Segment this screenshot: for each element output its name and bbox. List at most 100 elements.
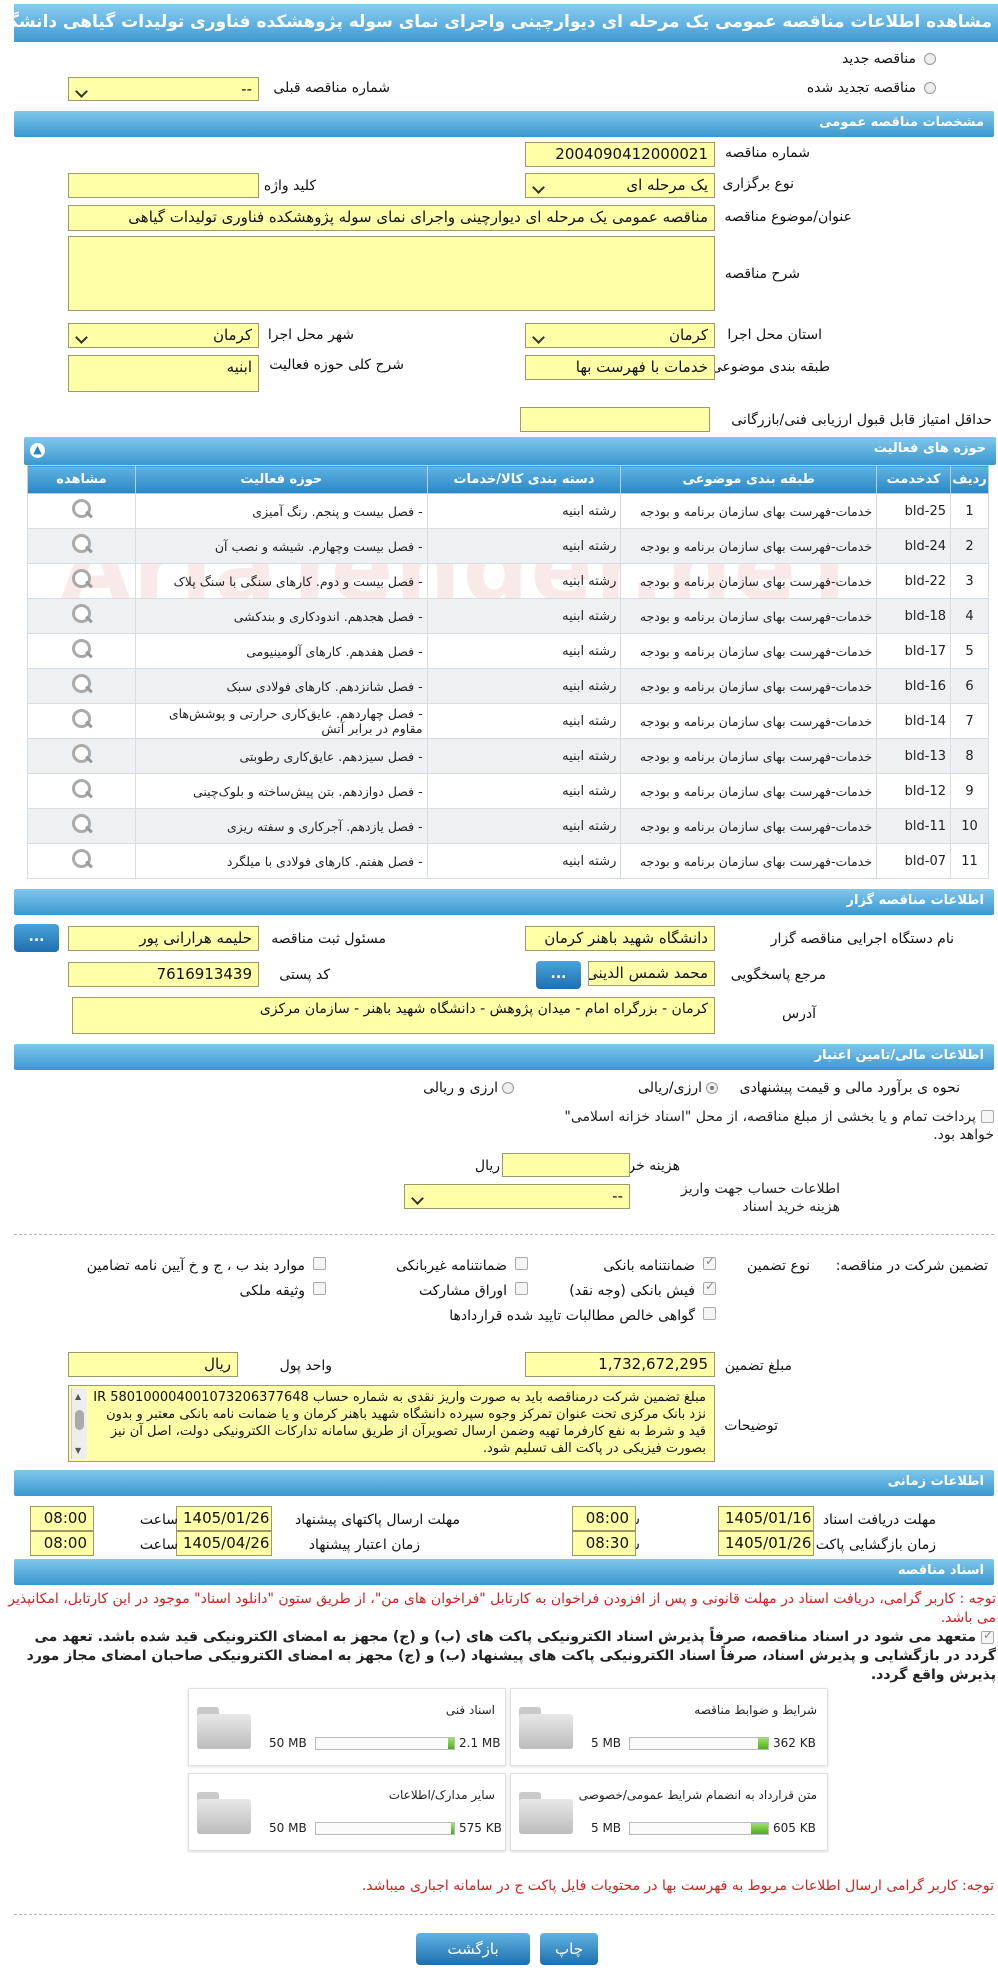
cell-group: رشته ابنیه — [426, 843, 622, 879]
agency-field[interactable]: دانشگاه شهید باهنر کرمان — [525, 926, 715, 951]
magnifier-icon[interactable] — [69, 847, 93, 871]
send-time[interactable]: 08:00 — [30, 1506, 94, 1531]
guarantee-bank-checkbox[interactable] — [703, 1254, 716, 1270]
subject-field[interactable]: مناقصه عمومی یک مرحله ای دیوارچینی واجرا… — [68, 205, 715, 231]
table-row: 4 bld-18 خدمات-فهرست بهای سازمان برنامه و … — [27, 598, 989, 634]
cell-view[interactable] — [27, 493, 136, 529]
magnifier-icon[interactable] — [69, 777, 93, 801]
cell-group: رشته ابنیه — [426, 563, 622, 599]
cell-field: - فصل هجدهم. اندودکاری و بندکشی — [134, 598, 428, 634]
category-field[interactable]: خدمات با فهرست بها — [525, 355, 715, 380]
renewed-tender-radio[interactable] — [924, 82, 936, 94]
commit-text: متعهد می شود در اسناد مناقصه، صرفاً پذیر… — [26, 1629, 996, 1683]
magnifier-icon[interactable] — [69, 707, 93, 731]
cell-row: 7 — [950, 703, 989, 739]
type-label: نوع برگزاری — [722, 176, 794, 192]
table-row: 8 bld-13 خدمات-فهرست بهای سازمان برنامه و … — [27, 738, 989, 774]
get-docs-time[interactable]: 08:00 — [572, 1506, 636, 1531]
cell-view[interactable] — [27, 738, 136, 774]
magnifier-icon[interactable] — [69, 567, 93, 591]
guarantee-bonds-checkbox[interactable] — [515, 1282, 528, 1295]
keyword-field[interactable] — [68, 173, 259, 198]
account-select[interactable]: -- — [404, 1184, 630, 1209]
send-date[interactable]: 1405/01/26 — [176, 1506, 272, 1531]
cell-view[interactable] — [27, 703, 136, 739]
amount-field[interactable]: 1,732,672,295 — [525, 1352, 715, 1377]
print-button[interactable]: چاپ — [540, 1933, 598, 1965]
cell-group: رشته ابنیه — [426, 668, 622, 704]
notes-scrollbar[interactable]: ▲ ▼ — [71, 1388, 87, 1459]
address-field[interactable]: کرمان - بزرگراه امام - میدان پژوهش - دان… — [72, 997, 715, 1034]
cell-row: 11 — [950, 843, 989, 879]
file-box-conditions[interactable]: شرایط و ضوابط مناقصه 5 MB 362 KB — [510, 1688, 828, 1766]
contact-field[interactable]: محمد شمس الدینی — [588, 961, 715, 986]
magnifier-icon[interactable] — [69, 532, 93, 556]
back-button[interactable]: بازگشت — [416, 1933, 530, 1965]
type-select[interactable]: یک مرحله ای — [525, 173, 715, 198]
table-row: 7 bld-14 خدمات-فهرست بهای سازمان برنامه و … — [27, 703, 989, 739]
cell-field: - فصل بیست و دوم. کارهای سنگی با سنگ پلا… — [134, 563, 428, 599]
min-score-field[interactable] — [520, 407, 710, 432]
open-time[interactable]: 08:30 — [572, 1531, 636, 1556]
file-box-other[interactable]: سایر مدارک/اطلاعات 50 MB 575 KB — [188, 1773, 506, 1851]
cell-view[interactable] — [27, 843, 136, 879]
desc-field[interactable] — [68, 236, 715, 311]
file-box-technical[interactable]: اسناد فنی 50 MB 2.1 MB — [188, 1688, 506, 1766]
col-code: کدخدمت — [876, 465, 952, 494]
cell-view[interactable] — [27, 528, 136, 564]
guarantee-cash-checkbox[interactable] — [703, 1279, 716, 1295]
folder-icon — [197, 1792, 251, 1834]
new-tender-radio[interactable] — [924, 53, 936, 65]
magnifier-icon[interactable] — [69, 497, 93, 521]
prev-number-select[interactable]: -- — [68, 77, 259, 101]
cell-view[interactable] — [27, 668, 136, 704]
method-radio-2[interactable] — [502, 1082, 514, 1094]
cell-category: خدمات-فهرست بهای سازمان برنامه و بودجه — [620, 528, 878, 564]
doc-cost-field[interactable] — [502, 1153, 630, 1177]
registrar-lookup-button[interactable]: ... — [14, 924, 59, 952]
cell-view[interactable] — [27, 563, 136, 599]
guarantee-nonbank-checkbox[interactable] — [515, 1257, 528, 1270]
file-name: شرایط و ضوابط مناقصه — [694, 1703, 817, 1717]
valid-label: زمان اعتبار پیشنهاد — [308, 1537, 420, 1553]
scroll-up-icon[interactable]: ▲ — [75, 1388, 81, 1405]
city-select[interactable]: کرمان — [68, 323, 259, 348]
send-label: مهلت ارسال پاکتهای پیشنهاد — [294, 1512, 460, 1528]
magnifier-icon[interactable] — [69, 602, 93, 626]
method-radio-1[interactable] — [706, 1082, 718, 1094]
cell-view[interactable] — [27, 773, 136, 809]
file-progress — [629, 1822, 769, 1835]
unit-field[interactable]: ریال — [68, 1352, 238, 1377]
guarantee-property-checkbox[interactable] — [313, 1282, 326, 1295]
notes-field[interactable]: مبلغ تضمین شرکت درمناقصه باید به صورت وا… — [68, 1385, 715, 1462]
magnifier-icon[interactable] — [69, 637, 93, 661]
cell-view[interactable] — [27, 633, 136, 669]
divider — [14, 1234, 994, 1235]
magnifier-icon[interactable] — [69, 742, 93, 766]
registrar-label: مسئول ثبت مناقصه — [271, 931, 386, 947]
scope-label: شرح کلی حوزه فعالیت — [269, 357, 404, 373]
collapse-icon[interactable]: ▲ — [30, 443, 45, 458]
file-name: متن قرارداد به انضمام شرایط عمومی/خصوصی — [578, 1788, 817, 1802]
get-docs-date[interactable]: 1405/01/16 — [718, 1506, 814, 1531]
province-select[interactable]: کرمان — [525, 323, 715, 348]
scroll-down-icon[interactable]: ▼ — [75, 1442, 81, 1459]
guarantee-regulation-checkbox[interactable] — [313, 1257, 326, 1270]
cell-view[interactable] — [27, 598, 136, 634]
scroll-thumb[interactable] — [75, 1410, 84, 1430]
tender-number-field[interactable]: 2004090412000021 — [525, 142, 715, 167]
cell-view[interactable] — [27, 808, 136, 844]
postal-field[interactable]: 7616913439 — [68, 962, 259, 987]
valid-time[interactable]: 08:00 — [30, 1531, 94, 1556]
cell-row: 8 — [950, 738, 989, 774]
file-box-contract[interactable]: متن قرارداد به انضمام شرایط عمومی/خصوصی … — [510, 1773, 828, 1851]
magnifier-icon[interactable] — [69, 812, 93, 836]
contact-lookup-button[interactable]: ... — [536, 961, 581, 989]
open-date[interactable]: 1405/01/26 — [718, 1531, 814, 1556]
magnifier-icon[interactable] — [69, 672, 93, 696]
registrar-field[interactable]: حلیمه هرارانی پور — [68, 926, 259, 951]
col-group: دسته بندی کالا/خدمات — [426, 465, 622, 494]
guarantee-claims-checkbox[interactable] — [703, 1307, 716, 1320]
valid-date[interactable]: 1405/04/26 — [176, 1531, 272, 1556]
scope-field[interactable]: ابنیه — [68, 355, 259, 392]
